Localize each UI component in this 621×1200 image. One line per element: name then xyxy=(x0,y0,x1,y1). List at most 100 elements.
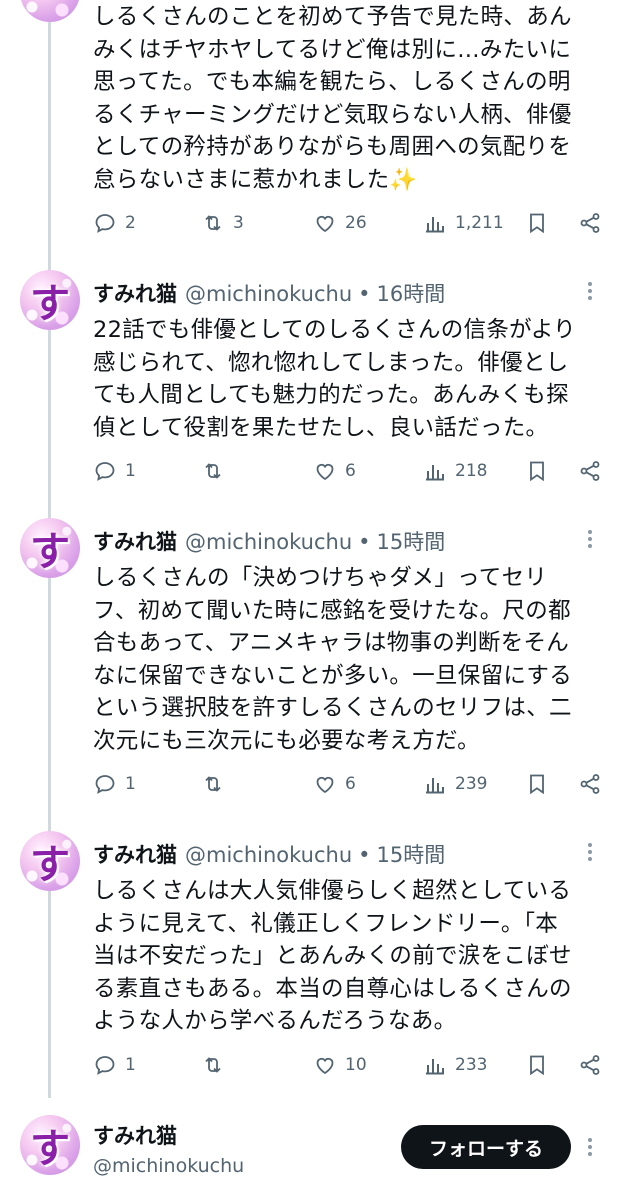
bookmark-icon xyxy=(530,213,544,234)
profile-name[interactable]: すみれ猫 xyxy=(93,1120,177,1150)
like-button[interactable]: 6 xyxy=(313,769,356,799)
avatar-glyph: す xyxy=(30,842,70,888)
display-name[interactable]: すみれ猫 xyxy=(93,839,177,869)
bookmark-icon xyxy=(530,461,544,482)
tweet-header: すみれ猫 @michinokuchu • 15時間 xyxy=(93,839,445,869)
retweet-icon xyxy=(205,1057,221,1073)
reply-button[interactable]: 2 xyxy=(93,208,136,238)
reply-button[interactable]: 1 xyxy=(93,456,136,486)
tweet-text: しるくさんのことを初めて予告で見た時、あん みくはチヤホヤしてるけど俺は別に…み… xyxy=(93,4,572,193)
retweet-icon xyxy=(205,776,221,792)
reply-count: 2 xyxy=(125,213,136,233)
share-icon xyxy=(580,461,600,481)
retweet-button[interactable] xyxy=(201,769,225,799)
reply-button[interactable]: 1 xyxy=(93,769,136,799)
reply-count: 1 xyxy=(125,1055,136,1075)
heart-icon xyxy=(316,463,334,481)
avatar[interactable]: す xyxy=(20,270,80,330)
like-count: 10 xyxy=(345,1055,367,1075)
share-icon xyxy=(580,213,600,233)
separator-dot: • xyxy=(358,843,371,867)
retweet-icon xyxy=(205,215,221,231)
user-handle[interactable]: @michinokuchu xyxy=(185,282,352,306)
timestamp[interactable]: 15時間 xyxy=(377,839,446,869)
like-button[interactable]: 10 xyxy=(313,1050,367,1080)
retweet-button[interactable] xyxy=(201,1050,225,1080)
views-button[interactable]: 218 xyxy=(423,456,487,486)
like-button[interactable]: 6 xyxy=(313,456,356,486)
tweet-text: 22話でも俳優としてのしるくさんの信条がより 感じられて、惚れ惚れしてしまった。… xyxy=(93,317,576,441)
reply-icon xyxy=(95,462,115,481)
avatar-glyph: す xyxy=(30,281,70,327)
profile-handle[interactable]: @michinokuchu xyxy=(93,1155,244,1177)
heart-icon xyxy=(316,215,334,233)
reply-icon xyxy=(95,214,115,233)
share-icon xyxy=(580,774,600,794)
avatar-glyph: す xyxy=(30,529,70,575)
bookmark-button[interactable] xyxy=(525,769,549,799)
tweet-text: しるくさんは大人気俳優らしく超然としている ように見えて、礼儀正しくフレンドリー… xyxy=(93,878,572,1034)
share-button[interactable] xyxy=(578,456,602,486)
like-count: 6 xyxy=(345,774,356,794)
tweet-actions: 1 6 239 xyxy=(93,769,605,799)
more-options-icon[interactable] xyxy=(582,527,598,551)
separator-dot: • xyxy=(358,282,371,306)
avatar[interactable]: す xyxy=(20,518,80,578)
reply-icon xyxy=(95,775,115,794)
reply-count: 1 xyxy=(125,774,136,794)
views-button[interactable]: 233 xyxy=(423,1050,487,1080)
analytics-icon xyxy=(426,465,444,481)
heart-icon xyxy=(316,1057,334,1075)
tweet-actions: 2 3 26 1,211 xyxy=(93,208,605,238)
avatar[interactable] xyxy=(20,0,80,22)
timestamp[interactable]: 15時間 xyxy=(377,526,446,556)
retweet-button[interactable] xyxy=(201,456,225,486)
retweet-button[interactable]: 3 xyxy=(201,208,244,238)
reply-count: 1 xyxy=(125,461,136,481)
share-icon xyxy=(580,1055,600,1075)
tweet-header: すみれ猫 @michinokuchu • 15時間 xyxy=(93,526,445,556)
analytics-icon xyxy=(426,217,444,233)
bookmark-button[interactable] xyxy=(525,1050,549,1080)
user-handle[interactable]: @michinokuchu xyxy=(185,530,352,554)
timestamp[interactable]: 16時間 xyxy=(377,278,446,308)
avatar[interactable]: す xyxy=(20,831,80,891)
profile-avatar[interactable]: す xyxy=(20,1115,80,1175)
bookmark-button[interactable] xyxy=(525,456,549,486)
analytics-icon xyxy=(426,778,444,794)
more-options-icon[interactable] xyxy=(582,1135,598,1159)
tweet-text: しるくさんの「決めつけちゃダメ」ってセリ フ、初めて聞いた時に感銘を受けたな。尺… xyxy=(93,565,573,754)
tweet-actions: 1 6 218 xyxy=(93,456,605,486)
views-button[interactable]: 1,211 xyxy=(423,208,504,238)
avatar-glyph: す xyxy=(30,1126,70,1172)
view-count: 239 xyxy=(455,774,488,794)
views-button[interactable]: 239 xyxy=(423,769,487,799)
like-count: 26 xyxy=(345,213,367,233)
bookmark-button[interactable] xyxy=(525,208,549,238)
display-name[interactable]: すみれ猫 xyxy=(93,278,177,308)
more-options-icon[interactable] xyxy=(582,279,598,303)
share-button[interactable] xyxy=(578,1050,602,1080)
tweet-header: すみれ猫 @michinokuchu • 16時間 xyxy=(93,278,445,308)
retweet-icon xyxy=(205,463,221,479)
share-button[interactable] xyxy=(578,769,602,799)
heart-icon xyxy=(316,776,334,794)
like-button[interactable]: 26 xyxy=(313,208,367,238)
follow-button[interactable]: フォローする xyxy=(401,1125,571,1169)
retweet-count: 3 xyxy=(233,213,244,233)
reply-icon xyxy=(95,1056,115,1075)
view-count: 233 xyxy=(455,1055,488,1075)
separator-dot: • xyxy=(358,530,371,554)
bookmark-icon xyxy=(530,1055,544,1076)
user-handle[interactable]: @michinokuchu xyxy=(185,843,352,867)
share-button[interactable] xyxy=(578,208,602,238)
view-count: 218 xyxy=(455,461,488,481)
analytics-icon xyxy=(426,1059,444,1075)
tweet-actions: 1 10 233 xyxy=(93,1050,605,1080)
like-count: 6 xyxy=(345,461,356,481)
more-options-icon[interactable] xyxy=(582,840,598,864)
view-count: 1,211 xyxy=(455,213,504,233)
bookmark-icon xyxy=(530,774,544,795)
display-name[interactable]: すみれ猫 xyxy=(93,526,177,556)
reply-button[interactable]: 1 xyxy=(93,1050,136,1080)
